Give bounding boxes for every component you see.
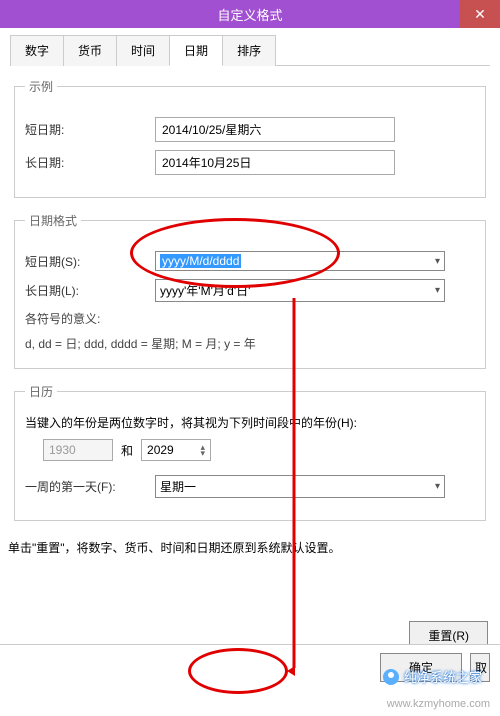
and-label: 和 [121, 442, 133, 459]
tab-number[interactable]: 数字 [10, 35, 64, 66]
chevron-down-icon: ▾ [435, 285, 440, 296]
short-date-format-combo[interactable]: yyyy/M/d/dddd ▾ [155, 251, 445, 271]
first-day-label: 一周的第一天(F): [25, 478, 155, 495]
first-day-combo[interactable]: 星期一 ▾ [155, 475, 445, 498]
brand-name: 纯净系统之家 [404, 667, 482, 686]
long-date-format-value: yyyy'年'M'月'd'日' [160, 282, 250, 299]
tab-date[interactable]: 日期 [169, 35, 223, 66]
watermark-url: www.kzmyhome.com [387, 698, 490, 710]
window-title: 自定义格式 [217, 5, 282, 24]
close-icon: ✕ [474, 6, 486, 23]
reset-hint: 单击"重置"，将数字、货币、时间和日期还原到系统默认设置。 [8, 539, 388, 558]
calendar-group: 日历 当键入的年份是两位数字时，将其视为下列时间段中的年份(H): 1930 和… [14, 383, 486, 521]
long-date-format-label: 长日期(L): [25, 282, 155, 299]
two-digit-year-label: 当键入的年份是两位数字时，将其视为下列时间段中的年份(H): [25, 414, 475, 431]
dialog-content: 数字 货币 时间 日期 排序 示例 短日期: 2014/10/25/星期六 长日… [0, 28, 500, 521]
close-button[interactable]: ✕ [460, 0, 500, 28]
titlebar: 自定义格式 ✕ [0, 0, 500, 28]
chevron-down-icon: ▾ [435, 256, 440, 267]
long-date-format-combo[interactable]: yyyy'年'M'月'd'日' ▾ [155, 279, 445, 302]
example-legend: 示例 [25, 78, 57, 95]
example-group: 示例 短日期: 2014/10/25/星期六 长日期: 2014年10月25日 [14, 78, 486, 198]
tab-currency[interactable]: 货币 [63, 35, 117, 66]
calendar-legend: 日历 [25, 383, 57, 400]
tab-time[interactable]: 时间 [116, 35, 170, 66]
first-day-value: 星期一 [160, 478, 196, 495]
short-date-format-label: 短日期(S): [25, 253, 155, 270]
short-date-example-label: 短日期: [25, 121, 155, 138]
format-legend: 日期格式 [25, 212, 81, 229]
format-group: 日期格式 短日期(S): yyyy/M/d/dddd ▾ 长日期(L): yyy… [14, 212, 486, 369]
tab-strip: 数字 货币 时间 日期 排序 [10, 34, 490, 66]
watermark-url-text: www.kzmyhome.com [387, 698, 490, 710]
short-date-format-value: yyyy/M/d/dddd [160, 254, 241, 268]
date-panel: 示例 短日期: 2014/10/25/星期六 长日期: 2014年10月25日 … [10, 66, 490, 521]
tab-sort[interactable]: 排序 [222, 35, 276, 66]
year-to-value: 2029 [147, 443, 174, 457]
chevron-down-icon: ▾ [435, 481, 440, 492]
symbol-meaning-title: 各符号的意义: [25, 310, 475, 329]
long-date-example-label: 长日期: [25, 154, 155, 171]
long-date-example-value: 2014年10月25日 [155, 150, 395, 175]
spinner-icon: ▴▾ [200, 444, 205, 456]
year-from-field: 1930 [43, 439, 113, 461]
year-from-value: 1930 [49, 443, 76, 457]
short-date-example-value: 2014/10/25/星期六 [155, 117, 395, 142]
year-to-spinner[interactable]: 2029 ▴▾ [141, 439, 211, 461]
brand-icon [383, 669, 399, 685]
symbol-meaning-text: d, dd = 日; ddd, dddd = 星期; M = 月; y = 年 [25, 335, 475, 354]
watermark-branding: 纯净系统之家 [383, 667, 482, 686]
